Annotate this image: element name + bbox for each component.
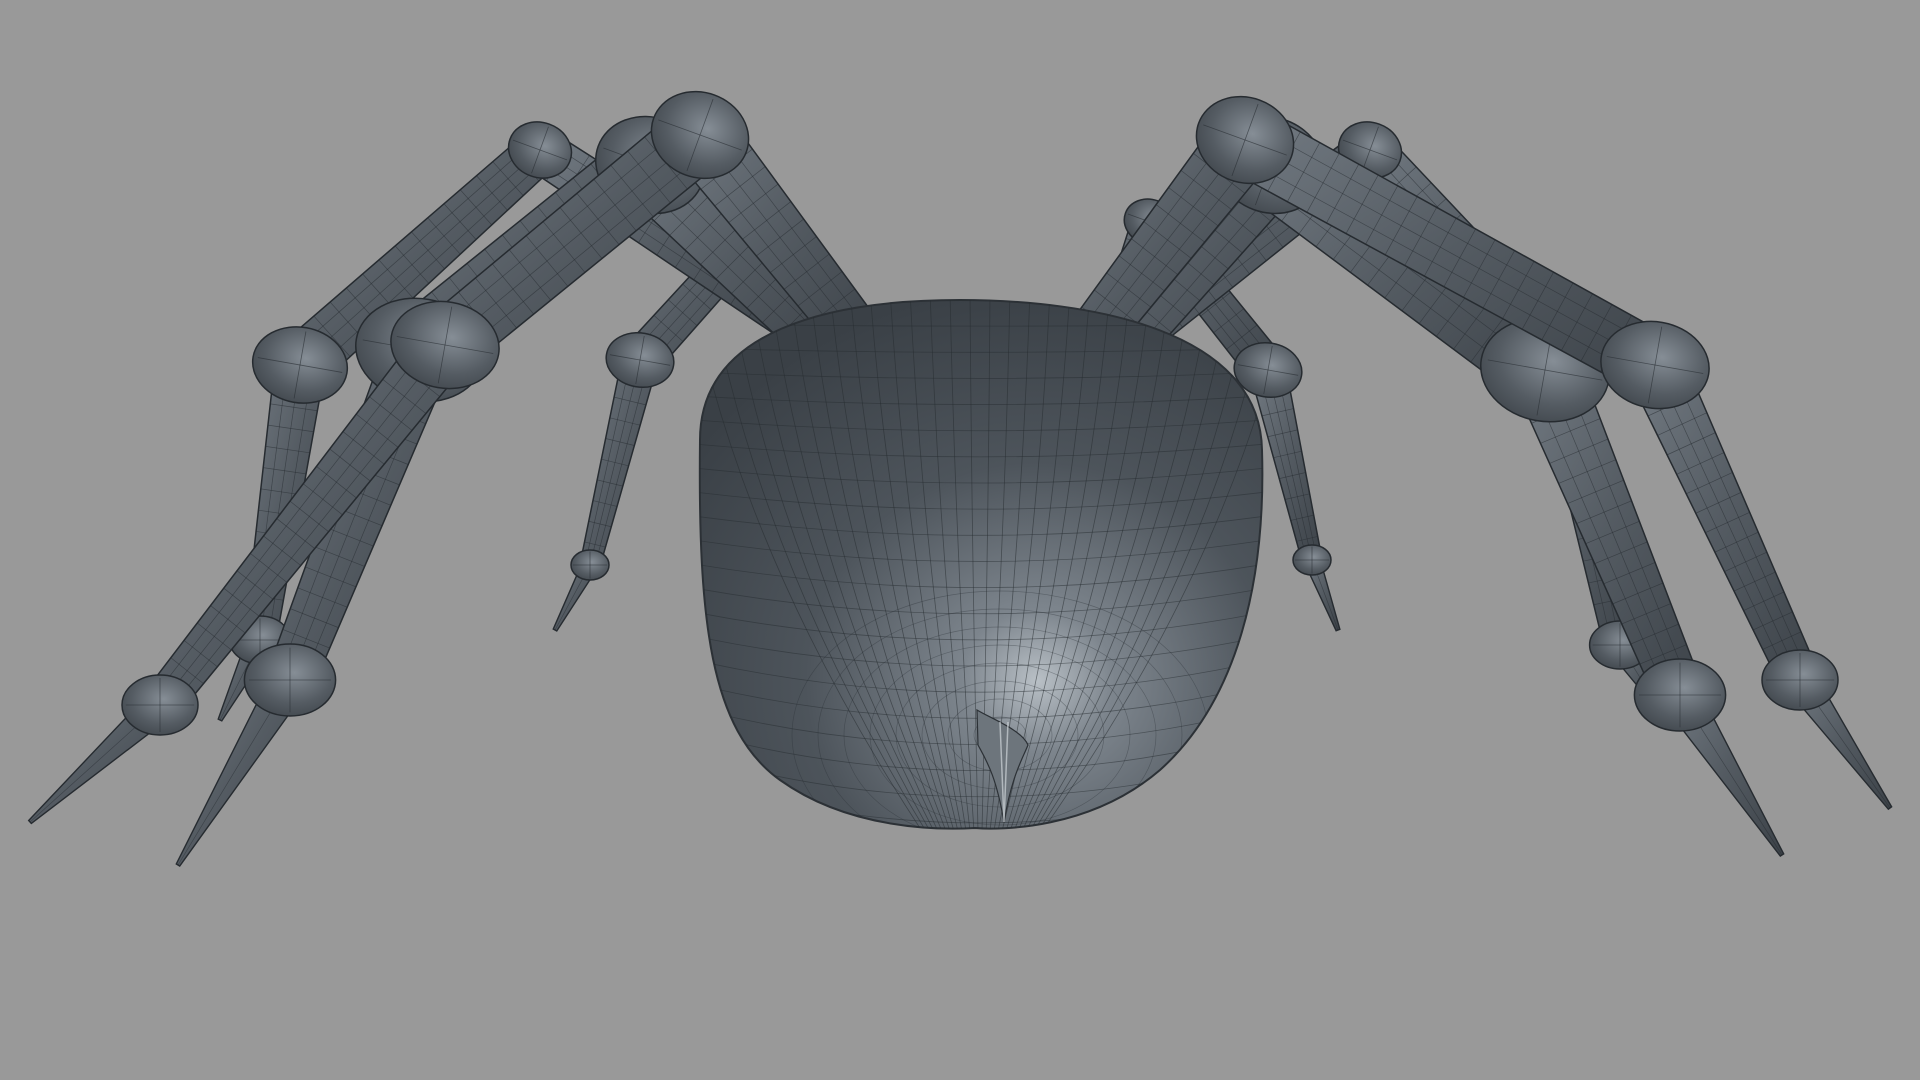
- 3d-viewport[interactable]: [0, 0, 1920, 1080]
- spider-model: [27, 90, 1893, 867]
- abdomen: [698, 298, 1264, 830]
